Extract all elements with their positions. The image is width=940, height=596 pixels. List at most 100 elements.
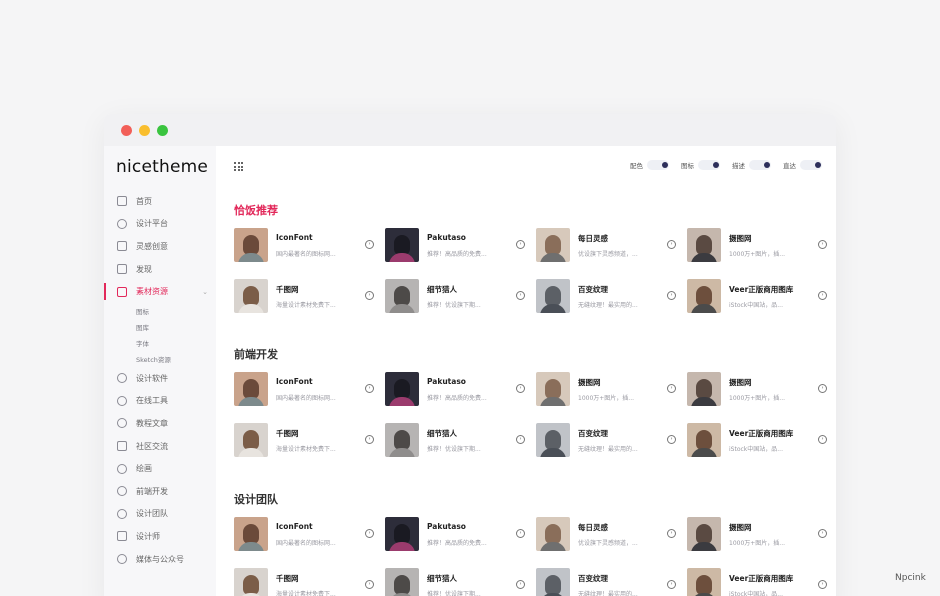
- resource-name: Pakutaso: [427, 522, 466, 531]
- toggle-switch[interactable]: [698, 160, 720, 170]
- arrow-right-icon[interactable]: ›: [365, 291, 374, 300]
- arrow-right-icon[interactable]: ›: [818, 240, 827, 249]
- portrait-body: [389, 304, 415, 313]
- toggle-icon[interactable]: 图标: [681, 160, 720, 170]
- resource-thumbnail: [536, 228, 570, 262]
- arrow-right-icon[interactable]: ›: [365, 240, 374, 249]
- toggle-direct[interactable]: 直达: [783, 160, 822, 170]
- sidebar-item-painting[interactable]: 绘画: [104, 457, 216, 480]
- resource-name: 细节猎人: [427, 574, 457, 583]
- toggle-label: 直达: [783, 162, 796, 170]
- resource-card[interactable]: Pakutaso 推荐！高品质的免费... ›: [385, 228, 525, 264]
- maximize-window-button[interactable]: [157, 125, 168, 136]
- arrow-right-icon[interactable]: ›: [818, 529, 827, 538]
- grid-menu-icon[interactable]: [234, 162, 243, 171]
- resource-card[interactable]: Pakutaso 推荐！高品质的免费... ›: [385, 372, 525, 408]
- resource-card[interactable]: 千图网 海量设计素材免费下... ›: [234, 279, 374, 315]
- arrow-right-icon[interactable]: ›: [667, 435, 676, 444]
- resource-description: iStock中国站，品...: [729, 591, 783, 596]
- resource-card[interactable]: 摄图网 1000万+图片，插... ›: [687, 228, 827, 264]
- portrait-body: [238, 253, 264, 262]
- resource-card[interactable]: 千图网 海量设计素材免费下... ›: [234, 423, 374, 459]
- sidebar-item-discover[interactable]: 发现: [104, 258, 216, 281]
- arrow-right-icon[interactable]: ›: [818, 291, 827, 300]
- display-toggles: 配色 图标 描述 直达: [618, 160, 822, 170]
- sidebar-subitem-icons[interactable]: 图标: [104, 303, 216, 319]
- toggle-description[interactable]: 描述: [732, 160, 771, 170]
- minimize-window-button[interactable]: [139, 125, 150, 136]
- arrow-right-icon[interactable]: ›: [818, 580, 827, 589]
- resource-card[interactable]: 摄图网 1000万+图片，插... ›: [687, 372, 827, 408]
- close-window-button[interactable]: [121, 125, 132, 136]
- portrait-face: [394, 430, 410, 450]
- resource-card[interactable]: IconFont 国内最著名的图标网... ›: [234, 372, 374, 408]
- sidebar-subitem-sketch[interactable]: Sketch资源: [104, 351, 216, 367]
- resource-card[interactable]: 摄图网 1000万+图片，插... ›: [536, 372, 676, 408]
- sidebar-subitem-gallery[interactable]: 图库: [104, 319, 216, 335]
- sidebar-subitem-fonts[interactable]: 字体: [104, 335, 216, 351]
- resource-card[interactable]: Veer正版商用图库 iStock中国站，品... ›: [687, 423, 827, 459]
- arrow-right-icon[interactable]: ›: [667, 240, 676, 249]
- toggle-switch[interactable]: [800, 160, 822, 170]
- toggle-switch[interactable]: [749, 160, 771, 170]
- arrow-right-icon[interactable]: ›: [516, 240, 525, 249]
- resource-name: 细节猎人: [427, 285, 457, 294]
- portrait-face: [696, 524, 712, 544]
- resource-card[interactable]: 细节猎人 推荐！优设旗下期... ›: [385, 279, 525, 315]
- resource-card[interactable]: 细节猎人 推荐！优设旗下期... ›: [385, 568, 525, 596]
- arrow-right-icon[interactable]: ›: [667, 291, 676, 300]
- arrow-right-icon[interactable]: ›: [667, 384, 676, 393]
- resource-card[interactable]: 千图网 海量设计素材免费下... ›: [234, 568, 374, 596]
- resource-card[interactable]: 摄图网 1000万+图片，插... ›: [687, 517, 827, 553]
- sidebar-item-frontend[interactable]: 前端开发: [104, 480, 216, 503]
- portrait-body: [540, 253, 566, 262]
- arrow-right-icon[interactable]: ›: [516, 580, 525, 589]
- toggle-switch[interactable]: [647, 160, 669, 170]
- resource-card[interactable]: 每日灵感 优设旗下灵感频道，... ›: [536, 228, 676, 264]
- arrow-right-icon[interactable]: ›: [516, 529, 525, 538]
- site-logo[interactable]: nicetheme: [116, 157, 208, 177]
- resource-name: IconFont: [276, 233, 313, 242]
- arrow-right-icon[interactable]: ›: [667, 580, 676, 589]
- sidebar-item-label: 灵感创意: [136, 241, 168, 251]
- arrow-right-icon[interactable]: ›: [365, 435, 374, 444]
- resource-card[interactable]: IconFont 国内最著名的图标网... ›: [234, 517, 374, 553]
- toggle-color[interactable]: 配色: [630, 160, 669, 170]
- sidebar-item-online-tools[interactable]: 在线工具: [104, 390, 216, 413]
- arrow-right-icon[interactable]: ›: [818, 435, 827, 444]
- resource-card[interactable]: Pakutaso 推荐！高品质的免费... ›: [385, 517, 525, 553]
- sidebar-item-media[interactable]: 媒体与公众号: [104, 548, 216, 571]
- sidebar-item-label: 设计平台: [136, 219, 168, 229]
- resource-card[interactable]: Veer正版商用图库 iStock中国站，品... ›: [687, 279, 827, 315]
- sidebar-item-design-platform[interactable]: 设计平台: [104, 213, 216, 236]
- sidebar-item-community[interactable]: 社区交流: [104, 435, 216, 458]
- sidebar-item-designers[interactable]: 设计师: [104, 525, 216, 548]
- resource-card[interactable]: 细节猎人 推荐！优设旗下期... ›: [385, 423, 525, 459]
- resource-card[interactable]: IconFont 国内最著名的图标网... ›: [234, 228, 374, 264]
- resource-card[interactable]: 每日灵感 优设旗下灵感频道，... ›: [536, 517, 676, 553]
- arrow-right-icon[interactable]: ›: [516, 435, 525, 444]
- resource-card[interactable]: Veer正版商用图库 iStock中国站，品... ›: [687, 568, 827, 596]
- resource-description: 国内最著名的图标网...: [276, 540, 336, 547]
- resource-card[interactable]: 百变纹理 无缝纹理！最实用的... ›: [536, 568, 676, 596]
- sidebar-item-design-team[interactable]: 设计团队: [104, 503, 216, 526]
- sidebar-item-resources[interactable]: 素材资源 ⌄: [104, 280, 216, 303]
- sidebar-item-home[interactable]: 首页: [104, 190, 216, 213]
- sidebar-item-tutorials[interactable]: 教程文章: [104, 412, 216, 435]
- arrow-right-icon[interactable]: ›: [365, 529, 374, 538]
- resource-name: 百变纹理: [578, 429, 608, 438]
- resource-card[interactable]: 百变纹理 无缝纹理！最实用的... ›: [536, 423, 676, 459]
- sidebar-item-inspiration[interactable]: 灵感创意: [104, 235, 216, 258]
- arrow-right-icon[interactable]: ›: [667, 529, 676, 538]
- arrow-right-icon[interactable]: ›: [516, 384, 525, 393]
- resource-card[interactable]: 百变纹理 无缝纹理！最实用的... ›: [536, 279, 676, 315]
- sidebar-item-design-software[interactable]: 设计软件: [104, 367, 216, 390]
- arrow-right-icon[interactable]: ›: [516, 291, 525, 300]
- resource-description: iStock中国站，品...: [729, 446, 783, 453]
- arrow-right-icon[interactable]: ›: [818, 384, 827, 393]
- section-title: 设计团队: [234, 493, 278, 506]
- arrow-right-icon[interactable]: ›: [365, 580, 374, 589]
- portrait-face: [545, 379, 561, 399]
- arrow-right-icon[interactable]: ›: [365, 384, 374, 393]
- sidebar: nicetheme 首页 设计平台 灵感创意 发现 素材资源 ⌄ 图标 图库 字…: [104, 146, 216, 596]
